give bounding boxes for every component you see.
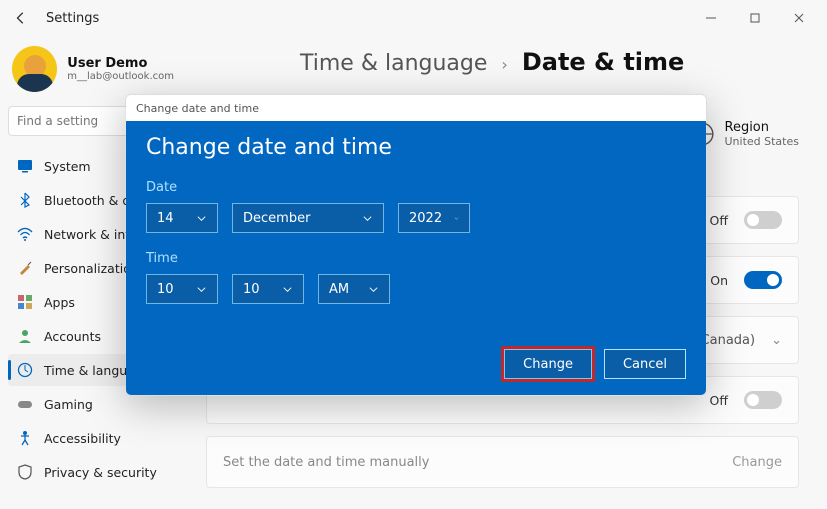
maximize-button[interactable] xyxy=(733,3,777,33)
shield-icon xyxy=(16,463,34,481)
gamepad-icon xyxy=(16,395,34,413)
wifi-icon xyxy=(16,225,34,243)
toggle-switch[interactable] xyxy=(744,271,782,289)
sidebar-item-label: Gaming xyxy=(44,397,93,412)
chevron-down-icon xyxy=(282,284,293,295)
day-combo[interactable]: 14 xyxy=(146,203,218,233)
chevron-down-icon xyxy=(196,284,207,295)
chevron-down-icon xyxy=(368,284,379,295)
close-button[interactable] xyxy=(777,3,821,33)
app-title: Settings xyxy=(46,11,99,26)
user-email: m__lab@outlook.com xyxy=(67,71,174,82)
breadcrumb: Time & language › Date & time xyxy=(300,48,799,76)
minimize-button[interactable] xyxy=(689,3,733,33)
user-name: User Demo xyxy=(67,56,174,71)
sidebar-item-privacy[interactable]: Privacy & security xyxy=(8,456,178,488)
date-label: Date xyxy=(146,180,686,195)
sidebar-item-label: Accounts xyxy=(44,329,101,344)
change-button[interactable]: Change xyxy=(504,349,592,379)
sidebar-item-label: Privacy & security xyxy=(44,465,157,480)
change-button-disabled[interactable]: Change xyxy=(732,455,782,470)
chevron-right-icon: › xyxy=(501,55,507,74)
sidebar-item-label: Apps xyxy=(44,295,75,310)
cancel-button[interactable]: Cancel xyxy=(604,349,686,379)
person-icon xyxy=(16,327,34,345)
minute-combo[interactable]: 10 xyxy=(232,274,304,304)
manual-row: Set the date and time manually Change xyxy=(206,436,799,488)
bluetooth-icon xyxy=(16,191,34,209)
month-combo[interactable]: December xyxy=(232,203,384,233)
hour-combo[interactable]: 10 xyxy=(146,274,218,304)
ampm-combo[interactable]: AM xyxy=(318,274,390,304)
back-button[interactable] xyxy=(6,3,36,33)
year-combo[interactable]: 2022 xyxy=(398,203,470,233)
chevron-down-icon: ⌄ xyxy=(771,333,782,348)
change-date-time-dialog: Change date and time Change date and tim… xyxy=(125,94,707,396)
accessibility-icon xyxy=(16,429,34,447)
chevron-down-icon xyxy=(196,213,207,224)
sidebar-item-label: Accessibility xyxy=(44,431,121,446)
chevron-down-icon xyxy=(362,213,373,224)
breadcrumb-parent[interactable]: Time & language xyxy=(300,51,487,76)
toggle-switch[interactable] xyxy=(744,391,782,409)
system-icon xyxy=(16,157,34,175)
region-label: Region xyxy=(725,120,800,135)
breadcrumb-current: Date & time xyxy=(522,48,685,76)
dialog-caption: Change date and time xyxy=(126,95,706,121)
apps-icon xyxy=(16,293,34,311)
time-label: Time xyxy=(146,251,686,266)
toggle-state: Off xyxy=(702,393,728,408)
avatar xyxy=(12,46,57,92)
sidebar-item-accessibility[interactable]: Accessibility xyxy=(8,422,178,454)
dialog-title: Change date and time xyxy=(146,135,686,160)
toggle-switch[interactable] xyxy=(744,211,782,229)
chevron-down-icon xyxy=(454,213,459,224)
globe-clock-icon xyxy=(16,361,34,379)
sidebar-item-label: System xyxy=(44,159,91,174)
brush-icon xyxy=(16,259,34,277)
manual-label: Set the date and time manually xyxy=(223,455,429,470)
title-bar: Settings xyxy=(0,0,827,36)
region-value: United States xyxy=(725,135,800,148)
